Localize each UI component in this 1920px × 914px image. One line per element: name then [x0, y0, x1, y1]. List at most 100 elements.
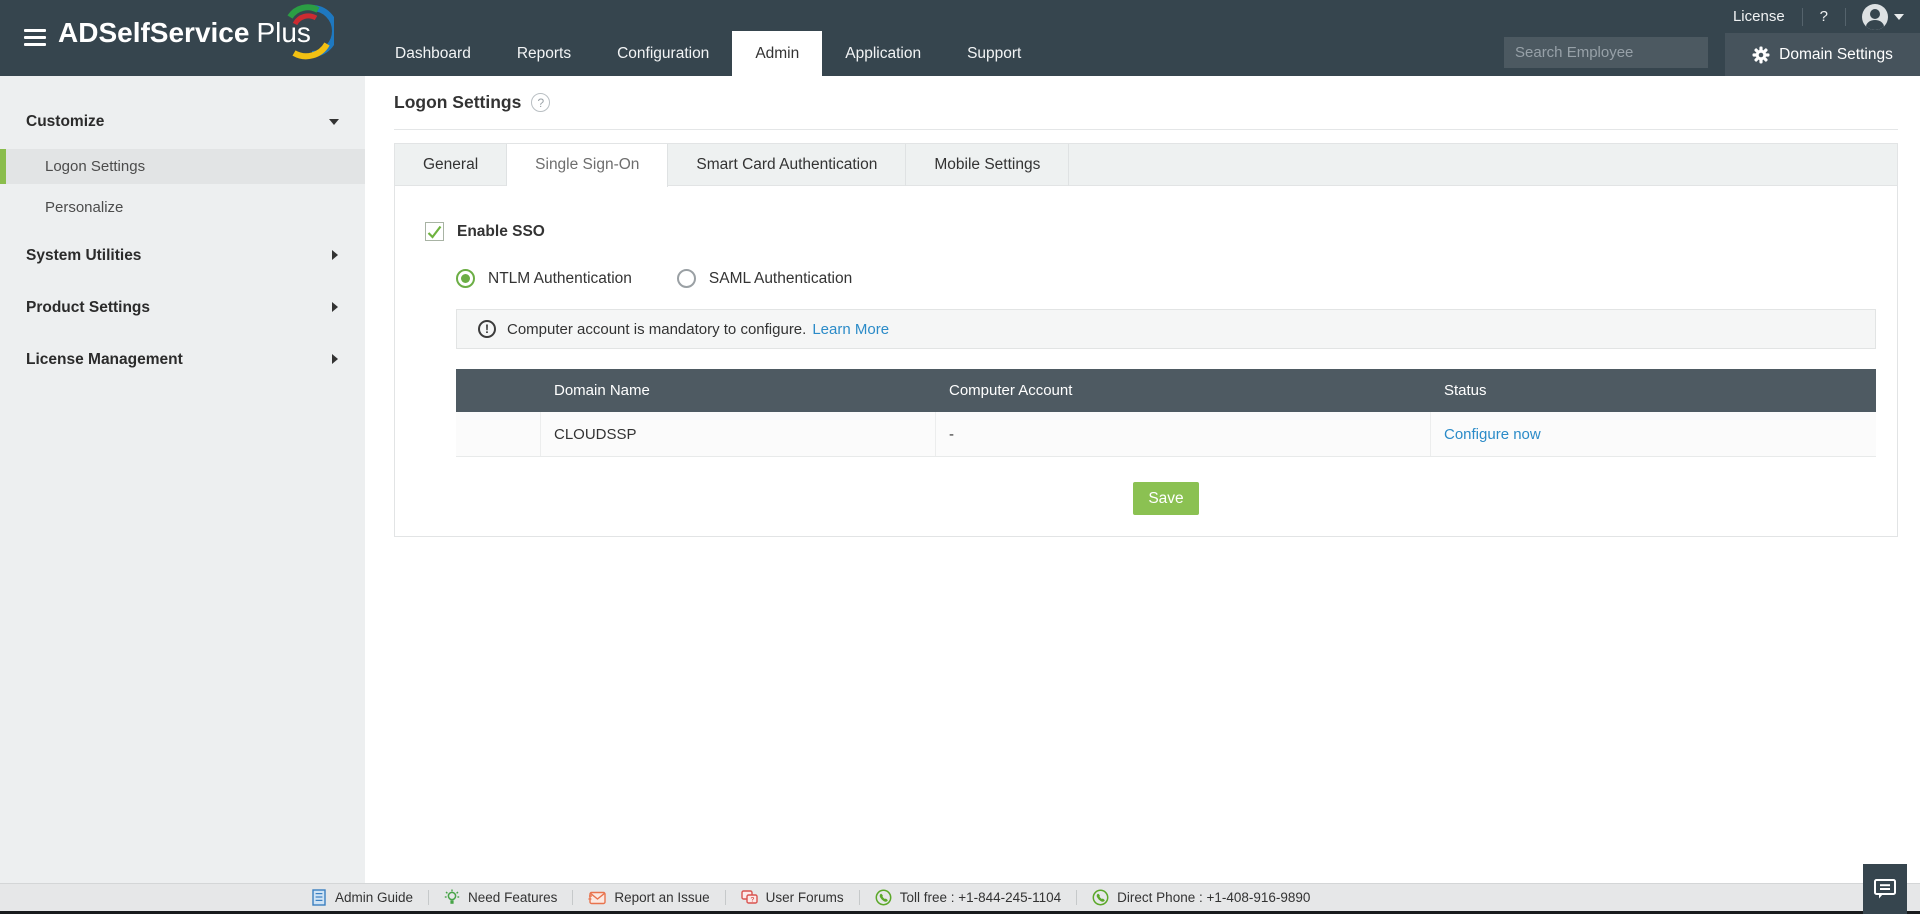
- employee-search: [1504, 37, 1720, 68]
- need-features-link[interactable]: Need Features: [444, 889, 557, 906]
- admin-guide-link[interactable]: Admin Guide: [312, 889, 413, 906]
- gear-icon: [1752, 46, 1770, 63]
- domains-table: Domain Name Computer Account Status CLOU…: [456, 369, 1876, 457]
- nav-reports[interactable]: Reports: [494, 31, 594, 76]
- nav-dashboard[interactable]: Dashboard: [372, 31, 494, 76]
- search-input[interactable]: [1504, 44, 1720, 61]
- sidebar-section-system-utilities[interactable]: System Utilities: [0, 235, 365, 277]
- tab-smart-card-authentication[interactable]: Smart Card Authentication: [668, 144, 907, 186]
- table-header-row: Domain Name Computer Account Status: [456, 369, 1876, 412]
- sidebar-section-label: License Management: [26, 351, 183, 368]
- live-chat-button[interactable]: [1863, 864, 1907, 914]
- divider: [1076, 890, 1078, 905]
- alert-circle-icon: !: [478, 320, 496, 338]
- app-header: ADSelfService Plus Dashboard Reports Conf…: [0, 0, 1920, 76]
- help-link[interactable]: ?: [1803, 8, 1845, 25]
- configure-now-link[interactable]: Configure now: [1444, 426, 1541, 443]
- saml-radio-label[interactable]: SAML Authentication: [709, 270, 852, 288]
- sidebar-item-logon-settings[interactable]: Logon Settings: [0, 149, 365, 184]
- svg-text:?: ?: [750, 896, 754, 903]
- direct-phone-contact[interactable]: Direct Phone : +1-408-916-9890: [1092, 889, 1310, 906]
- brand-bold: ADSelfService: [58, 17, 250, 48]
- hamburger-menu-icon[interactable]: [24, 29, 46, 46]
- footer-contact-label: Direct Phone : +1-408-916-9890: [1117, 890, 1311, 905]
- bulb-icon: [444, 889, 460, 904]
- domain-settings-button[interactable]: Domain Settings: [1725, 33, 1920, 76]
- sidebar-item-label: Logon Settings: [45, 158, 146, 175]
- nav-application[interactable]: Application: [822, 31, 944, 76]
- divider: [724, 890, 726, 905]
- user-menu[interactable]: [1846, 3, 1914, 30]
- ntlm-radio[interactable]: [456, 269, 475, 288]
- check-icon: [427, 225, 442, 239]
- sidebar-item-label: Personalize: [45, 199, 124, 216]
- footer-contact-label: Toll free : +1-844-245-1104: [899, 890, 1062, 905]
- table-row: CLOUDSSP - Configure now: [456, 412, 1876, 457]
- save-button[interactable]: Save: [1133, 482, 1199, 515]
- table-header-computer-account: Computer Account: [949, 382, 1073, 399]
- footer-bar: Admin Guide Need Features Report an Issu…: [0, 883, 1920, 911]
- footer-link-label: Report an Issue: [614, 890, 710, 905]
- chat-bubble-icon: [1874, 879, 1896, 899]
- sidebar-section-label: System Utilities: [26, 247, 142, 264]
- nav-admin[interactable]: Admin: [732, 31, 823, 76]
- footer-link-label: Admin Guide: [335, 890, 414, 905]
- header-top-links: License ?: [1716, 0, 1914, 33]
- book-icon: [312, 889, 326, 906]
- notice-bar: ! Computer account is mandatory to confi…: [456, 309, 1876, 349]
- table-cell-empty: [456, 412, 541, 456]
- tab-content: Enable SSO NTLM Authentication SAML Auth…: [395, 222, 1897, 515]
- app-logo[interactable]: ADSelfService Plus: [58, 17, 311, 49]
- footer-link-label: User Forums: [765, 890, 844, 905]
- sidebar-section-product-settings[interactable]: Product Settings: [0, 287, 365, 329]
- main-content: Logon Settings ? General Single Sign-On …: [365, 76, 1920, 883]
- chevron-right-icon: [332, 250, 338, 260]
- report-issue-link[interactable]: Report an Issue: [588, 890, 710, 905]
- toll-free-contact[interactable]: Toll free : +1-844-245-1104: [875, 889, 1061, 906]
- divider: [572, 890, 574, 905]
- nav-support[interactable]: Support: [944, 31, 1044, 76]
- logo-swirl-icon: [287, 4, 334, 60]
- tab-mobile-settings[interactable]: Mobile Settings: [906, 144, 1070, 186]
- table-cell-computer-account: -: [936, 412, 1431, 456]
- table-header-empty: [456, 369, 541, 412]
- logon-settings-panel: General Single Sign-On Smart Card Authen…: [394, 143, 1898, 537]
- sidebar: Customize Logon Settings Personalize Sys…: [0, 76, 365, 883]
- notice-text: Computer account is mandatory to configu…: [507, 320, 807, 338]
- enable-sso-checkbox[interactable]: [425, 222, 444, 241]
- tab-single-sign-on[interactable]: Single Sign-On: [507, 144, 669, 187]
- divider: [428, 890, 430, 905]
- sidebar-section-label: Customize: [26, 113, 105, 130]
- phone-icon: [875, 889, 892, 906]
- learn-more-link[interactable]: Learn More: [812, 321, 889, 338]
- forum-icon: ?: [740, 889, 758, 904]
- sidebar-section-license-management[interactable]: License Management: [0, 339, 365, 381]
- chevron-right-icon: [332, 302, 338, 312]
- footer-link-label: Need Features: [468, 890, 558, 905]
- page-title: Logon Settings: [394, 92, 522, 112]
- chevron-down-icon: [1894, 13, 1904, 20]
- tab-general[interactable]: General: [395, 144, 508, 186]
- table-header-status: Status: [1444, 382, 1487, 399]
- table-header-domain-name: Domain Name: [554, 382, 650, 399]
- tab-bar: General Single Sign-On Smart Card Authen…: [395, 144, 1897, 187]
- domain-settings-label: Domain Settings: [1779, 45, 1893, 63]
- user-forums-link[interactable]: ? User Forums: [740, 889, 844, 906]
- sidebar-item-personalize[interactable]: Personalize: [0, 190, 365, 225]
- enable-sso-label: Enable SSO: [457, 222, 545, 240]
- page-header: Logon Settings ?: [394, 76, 1898, 130]
- nav-configuration[interactable]: Configuration: [594, 31, 732, 76]
- mail-icon: [588, 891, 607, 905]
- sidebar-section-customize[interactable]: Customize: [0, 101, 365, 143]
- saml-radio[interactable]: [676, 269, 696, 288]
- help-circle-icon[interactable]: ?: [531, 93, 551, 112]
- main-nav: Dashboard Reports Configuration Admin Ap…: [372, 31, 1044, 76]
- chevron-down-icon: [329, 119, 339, 125]
- user-avatar-icon: [1862, 3, 1888, 30]
- divider: [858, 890, 860, 905]
- license-link[interactable]: License: [1716, 8, 1802, 25]
- ntlm-radio-label[interactable]: NTLM Authentication: [488, 270, 632, 288]
- table-cell-domain-name: CLOUDSSP: [541, 412, 936, 456]
- chevron-right-icon: [332, 354, 338, 364]
- sidebar-section-label: Product Settings: [26, 299, 151, 316]
